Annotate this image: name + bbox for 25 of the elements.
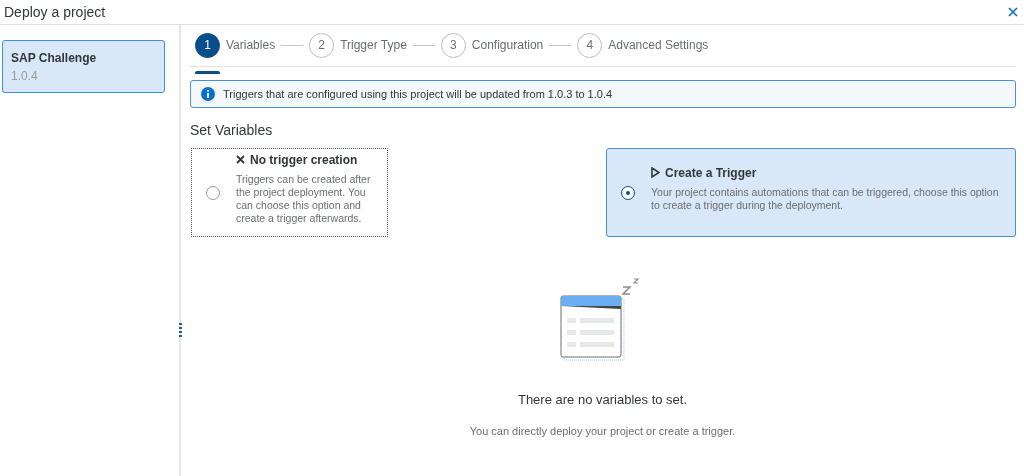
close-icon [236,155,245,164]
close-icon[interactable] [1008,7,1018,17]
radio-button[interactable] [621,185,635,200]
wizard-step[interactable]: 1 Variables [195,31,276,74]
option-card[interactable]: Create a Trigger Your project contains automations that can be triggered, choose this option to create a trigger during the deployment. [606,148,1016,237]
option-description: Triggers can be created after the project deployment. You can choose this option and create a trigger afterwards. [236,172,372,225]
section-title: Set Variables [190,122,274,138]
project-name: SAP Challenge [11,51,98,65]
radio-button[interactable] [206,185,220,200]
option-title: Create a Trigger [665,165,757,180]
empty-title: There are no variables to set. [517,392,688,407]
wizard-step[interactable]: 4 Advanced Settings [577,31,709,74]
project-card[interactable]: SAP Challenge 1.0.4 [2,40,165,93]
option-description: Your project contains automations that can be triggered, choose this option to create a trigger during the deployment. [651,185,1000,212]
option-card[interactable]: No trigger creation Triggers can be created after the project deployment. You can choose this option and create a trigger afterwards. [191,148,388,237]
window-title: Deploy a project [4,4,106,20]
wizard-step[interactable]: 2 Trigger Type [309,31,407,74]
empty-subtitle: You can directly deploy your project or create a trigger. [469,425,736,437]
resize-handle[interactable] [179,323,182,337]
wizard-step[interactable]: 3 Configuration [440,31,544,74]
option-title: No trigger creation [250,152,358,167]
info-text: Triggers that are configured using this project will be updated from 1.0.3 to 1.0.4 [223,88,613,100]
play-icon [651,167,660,178]
info-icon [201,87,215,101]
project-version: 1.0.4 [11,69,39,83]
